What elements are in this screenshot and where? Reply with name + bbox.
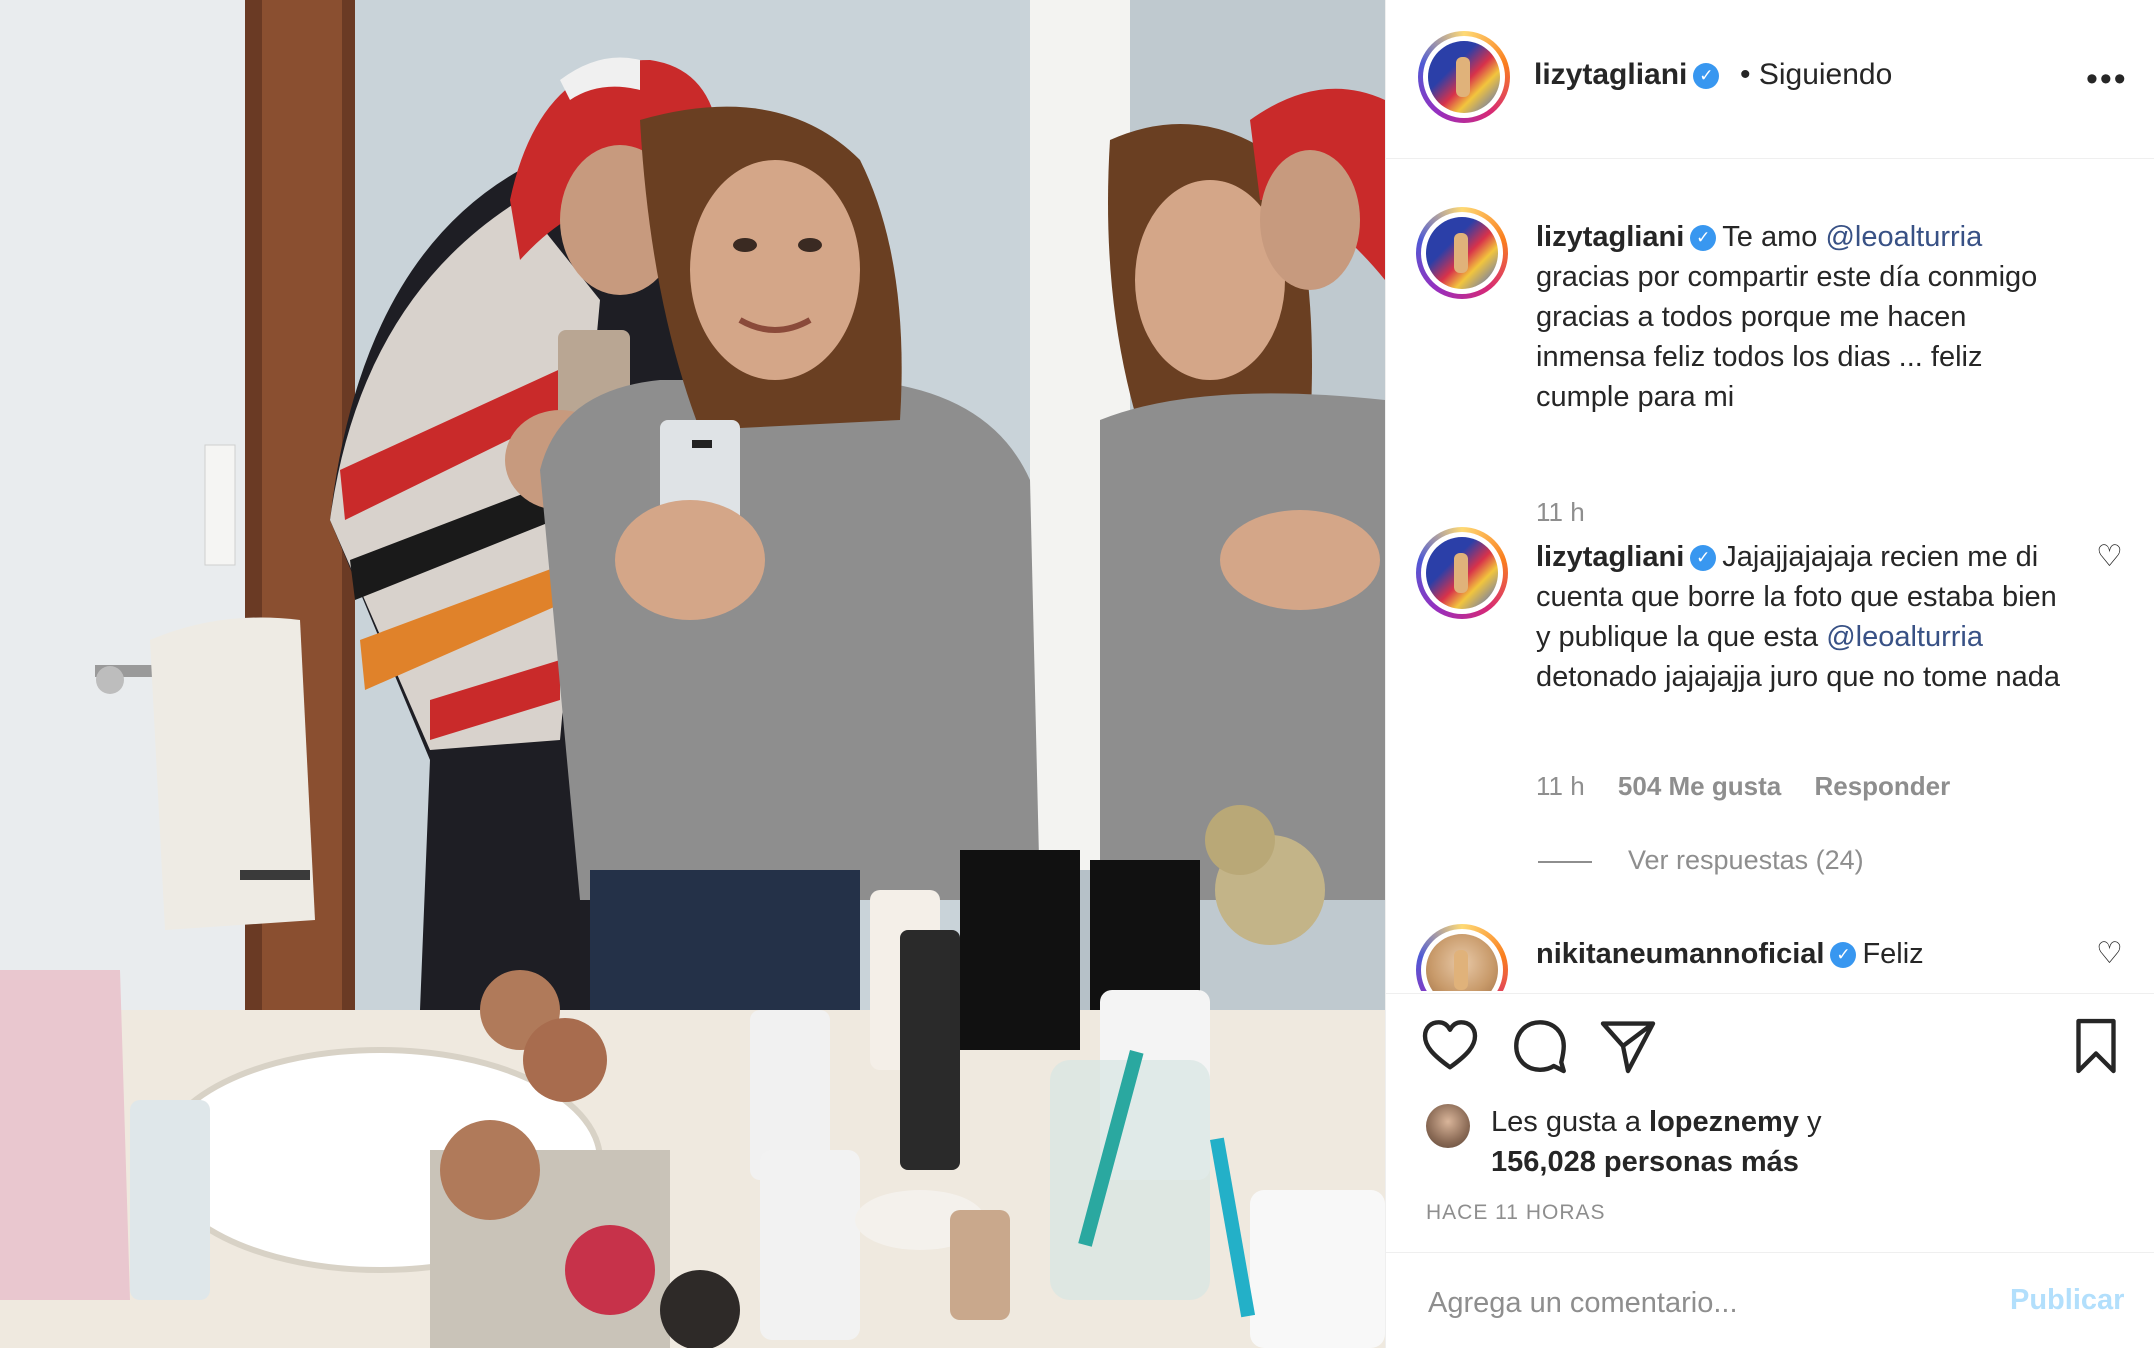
mention-link[interactable]: @leoalturria [1825,221,1982,253]
comment-composer: Publicar [1386,1252,2154,1349]
comment-text-part: detonado jajajajja juro que no tome nada [1536,661,2061,693]
reply-button[interactable]: Responder [1814,771,1950,801]
comment-time[interactable]: 11 h [1536,497,1585,527]
likes-summary[interactable]: Les gusta a lopeznemy y 156,028 personas… [1491,1102,1821,1182]
view-replies-label: Ver respuestas (24) [1628,845,1864,875]
verified-badge-icon: ✓ [1693,63,1720,90]
mention-link[interactable]: @leoalturria [1826,621,1983,653]
like-comment-heart-icon[interactable]: ♡ [2096,936,2123,971]
comment-avatar[interactable] [1416,924,1508,991]
like-comment-heart-icon[interactable]: ♡ [2096,539,2123,574]
likes-conjunction: y [1806,1106,1822,1138]
liker-username[interactable]: lopeznemy [1649,1106,1799,1138]
verified-badge-icon: ✓ [1690,225,1717,252]
publish-button[interactable]: Publicar [2004,1283,2130,1318]
comment-icon[interactable] [1510,1016,1570,1076]
heart-icon[interactable] [1420,1016,1480,1076]
comment-avatar[interactable] [1416,207,1508,299]
post-actions: Les gusta a lopeznemy y 156,028 personas… [1386,993,2154,1252]
comment-text-part: Feliz [1862,938,1924,970]
comment-text: lizytagliani ✓ Te amo @leoalturria gracias… [1536,217,2066,417]
share-icon[interactable] [1598,1016,1658,1076]
likes-prefix: Les gusta a [1491,1106,1641,1138]
comment-item: nikitaneumannoficial ✓ Feliz ♡ [1416,924,2123,991]
bookmark-icon[interactable] [2066,1016,2126,1076]
author-username[interactable]: lizytagliani [1534,58,1687,91]
likes-others[interactable]: 156,028 personas más [1491,1146,1799,1178]
comment-input[interactable] [1426,1277,1990,1329]
post-header: lizytagliani ✓ • Siguiendo ••• [1386,0,2154,159]
follow-status-button[interactable]: • Siguiendo [1740,58,1892,92]
mirror-selfie-image [0,0,1385,1348]
more-options-icon[interactable]: ••• [2086,60,2128,99]
comment-likes[interactable]: 504 Me gusta [1618,771,1781,801]
comment-username[interactable]: lizytagliani [1536,541,1684,573]
comment-text: nikitaneumannoficial ✓ Feliz [1536,934,2066,974]
comment-text-part: gracias por compartir este día conmigo g… [1536,261,2038,413]
comment-avatar[interactable] [1416,527,1508,619]
post-photo[interactable] [0,0,1385,1348]
comment-text: lizytagliani ✓ Jajajjajajaja recien me di … [1536,537,2066,697]
caption-comment: lizytagliani ✓ Te amo @leoalturria gracias… [1416,207,2116,527]
comments-list[interactable]: lizytagliani ✓ Te amo @leoalturria gracias… [1386,159,2154,991]
comment-username[interactable]: nikitaneumannoficial [1536,938,1824,970]
liker-avatar[interactable] [1426,1104,1470,1148]
post-time-ago[interactable]: HACE 11 HORAS [1426,1201,1606,1225]
comment-time[interactable]: 11 h [1536,771,1585,801]
comment-meta: 11 h [1536,497,1611,528]
comment-item: lizytagliani ✓ Jajajjajajaja recien me di … [1416,527,2123,827]
comment-text-part: Te amo [1722,221,1826,253]
verified-badge-icon: ✓ [1830,942,1857,969]
verified-badge-icon: ✓ [1690,545,1717,572]
view-replies-button[interactable]: Ver respuestas (24) [1538,845,1864,876]
post-side-panel: lizytagliani ✓ • Siguiendo ••• lizytaglia… [1385,0,2154,1348]
author-avatar[interactable] [1418,31,1510,123]
comment-username[interactable]: lizytagliani [1536,221,1684,253]
comment-meta: 11 h 504 Me gusta Responder [1536,771,1976,802]
